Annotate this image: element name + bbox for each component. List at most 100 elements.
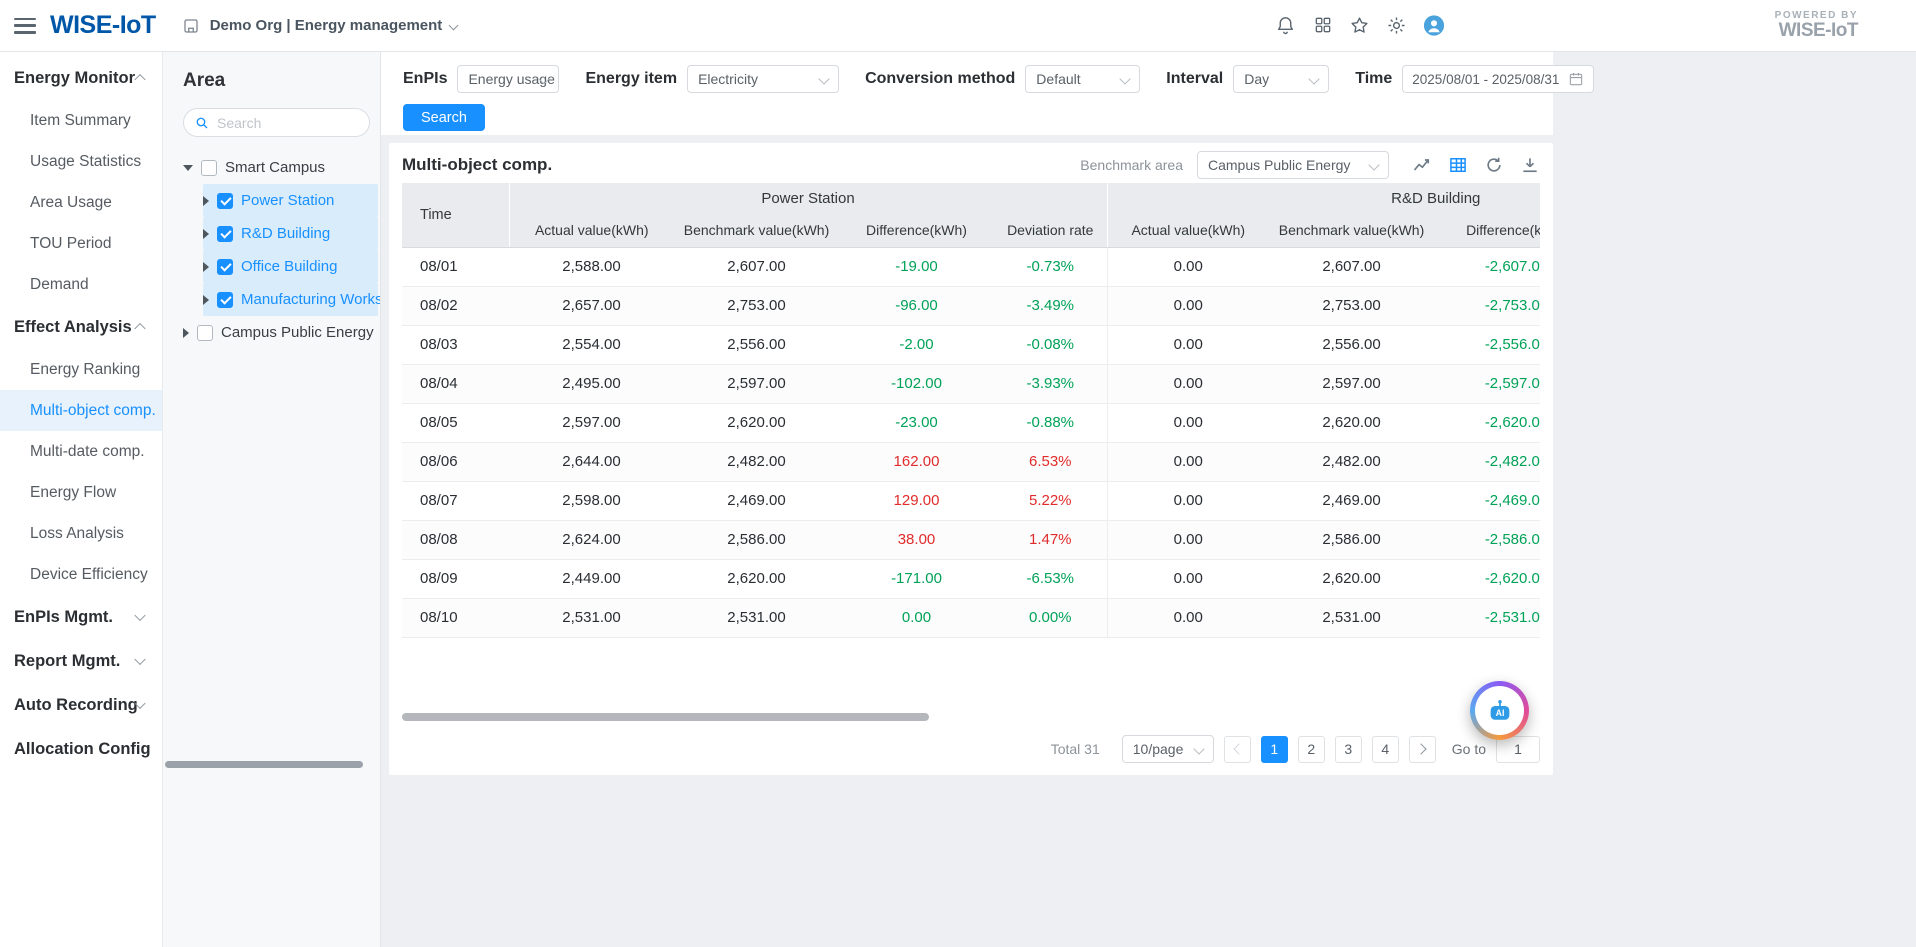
checkbox-unchecked[interactable]	[197, 325, 213, 341]
refresh-icon[interactable]	[1483, 155, 1504, 176]
tree-item-campus-public-energy[interactable]: Campus Public Energy	[183, 316, 378, 349]
date-range-value: 2025/08/01 - 2025/08/31	[1412, 72, 1560, 87]
table-row: 08/022,657.002,753.00-96.00-3.49%0.002,7…	[402, 286, 1540, 325]
tree-item-r-d-building[interactable]: R&D Building	[203, 217, 378, 250]
sidebar-item-usage-statistics[interactable]: Usage Statistics	[0, 141, 162, 182]
date-range-picker[interactable]: 2025/08/01 - 2025/08/31	[1402, 65, 1594, 93]
sidebar-item-enpis-mgmt[interactable]: EnPIs Mgmt.	[0, 595, 162, 639]
table-hscrollbar[interactable]	[402, 713, 929, 721]
menu-icon[interactable]	[14, 18, 36, 34]
caret-right-icon[interactable]	[183, 328, 189, 338]
interval-select[interactable]: Day	[1233, 65, 1329, 93]
next-page-button[interactable]	[1409, 736, 1436, 763]
benchmark-area-select[interactable]: Campus Public Energy	[1197, 151, 1389, 179]
cell-value: 5.22%	[994, 481, 1107, 520]
line-chart-icon[interactable]	[1411, 155, 1432, 176]
caret-right-icon[interactable]	[203, 295, 209, 305]
sidebar-item-energy-monitor[interactable]: Energy Monitor	[0, 56, 162, 100]
ai-robot-icon: AI	[1475, 686, 1524, 735]
table-row: 08/012,588.002,607.00-19.00-0.73%0.002,6…	[402, 247, 1540, 286]
tree-item-manufacturing-workshop[interactable]: Manufacturing Workshop	[203, 283, 378, 316]
page-button-3[interactable]: 3	[1335, 736, 1362, 763]
brand-logo: WISE-IoT	[50, 11, 156, 40]
table-view-icon[interactable]	[1447, 155, 1468, 176]
chevron-up-icon	[134, 74, 145, 85]
search-button[interactable]: Search	[403, 104, 485, 131]
checkbox-checked[interactable]	[217, 226, 233, 242]
conversion-select[interactable]: Default	[1025, 65, 1140, 93]
gear-icon[interactable]	[1386, 14, 1408, 36]
sidebar-item-tou-period[interactable]: TOU Period	[0, 223, 162, 264]
tree-item-smart-campus[interactable]: Smart Campus	[183, 151, 378, 184]
cell-value: 2,597.00	[674, 364, 839, 403]
download-icon[interactable]	[1519, 155, 1540, 176]
caret-down-icon[interactable]	[183, 165, 193, 171]
column-group-power-station: Power Station	[509, 183, 1107, 213]
checkbox-checked[interactable]	[217, 292, 233, 308]
interval-value: Day	[1244, 71, 1269, 87]
column-header: Actual value(kWh)	[509, 213, 674, 247]
cell-value: 0.00%	[994, 598, 1107, 637]
search-icon	[194, 115, 210, 131]
cell-value: 162.00	[839, 442, 994, 481]
sidebar-item-effect-analysis[interactable]: Effect Analysis	[0, 305, 162, 349]
cell-value: 2,657.00	[509, 286, 674, 325]
caret-right-icon[interactable]	[203, 229, 209, 239]
tree-item-power-station[interactable]: Power Station	[203, 184, 378, 217]
sidebar-item-multi-date-comp[interactable]: Multi-date comp.	[0, 431, 162, 472]
avatar[interactable]	[1423, 14, 1445, 36]
area-search-input[interactable]	[217, 115, 347, 131]
cell-time: 08/06	[402, 442, 509, 481]
area-panel: Area Smart CampusPower StationR&D Buildi…	[163, 52, 381, 947]
sidebar-item-demand[interactable]: Demand	[0, 264, 162, 305]
page-button-4[interactable]: 4	[1372, 736, 1399, 763]
cell-value: -3.93%	[994, 364, 1107, 403]
powered-by: POWERED BY WISE-IoT	[1775, 10, 1858, 42]
header-right: POWERED BY WISE-IoT	[1275, 10, 1858, 42]
cell-value: 0.00	[1107, 559, 1269, 598]
caret-right-icon[interactable]	[203, 262, 209, 272]
tree-item-office-building[interactable]: Office Building	[203, 250, 378, 283]
ai-assistant-button[interactable]: AI	[1470, 681, 1529, 740]
page-button-2[interactable]: 2	[1298, 736, 1325, 763]
checkbox-unchecked[interactable]	[201, 160, 217, 176]
tree-item-label: Manufacturing Workshop	[241, 291, 380, 308]
sidebar-item-allocation-config[interactable]: Allocation Config	[0, 727, 162, 771]
sidebar-item-multi-object-comp[interactable]: Multi-object comp.	[0, 390, 162, 431]
top-header: WISE-IoT Demo Org | Energy management	[0, 0, 1916, 52]
sidebar-item-loss-analysis[interactable]: Loss Analysis	[0, 513, 162, 554]
org-switcher[interactable]: Demo Org | Energy management	[180, 15, 458, 37]
filter-row: EnPIs Energy usage Energy item Electrici…	[403, 65, 1531, 93]
cell-value: -102.00	[839, 364, 994, 403]
prev-page-button[interactable]	[1224, 736, 1251, 763]
page-title: Multi-object comp.	[402, 155, 552, 175]
star-icon[interactable]	[1349, 14, 1371, 36]
caret-right-icon[interactable]	[203, 196, 209, 206]
sidebar-item-label: Device Efficiency	[30, 566, 148, 584]
sidebar-item-energy-flow[interactable]: Energy Flow	[0, 472, 162, 513]
enpis-select[interactable]: Energy usage	[457, 65, 559, 93]
apps-icon[interactable]	[1312, 14, 1334, 36]
sidebar-item-energy-ranking[interactable]: Energy Ranking	[0, 349, 162, 390]
sidebar-item-device-efficiency[interactable]: Device Efficiency	[0, 554, 162, 595]
chevron-down-icon	[134, 610, 145, 621]
sidebar-item-report-mgmt[interactable]: Report Mgmt.	[0, 639, 162, 683]
sidebar-item-item-summary[interactable]: Item Summary	[0, 100, 162, 141]
checkbox-checked[interactable]	[217, 259, 233, 275]
page-size-select[interactable]: 10/page	[1122, 735, 1214, 763]
conversion-label: Conversion method	[865, 70, 1015, 88]
area-panel-hscrollbar[interactable]	[165, 761, 363, 768]
app-root: WISE-IoT Demo Org | Energy management	[0, 0, 1916, 947]
area-search	[183, 108, 370, 137]
cell-value: -2.00	[839, 325, 994, 364]
sidebar-item-area-usage[interactable]: Area Usage	[0, 182, 162, 223]
page-button-1[interactable]: 1	[1261, 736, 1288, 763]
column-header: Difference(kWh)	[1434, 213, 1540, 247]
table-row: 08/052,597.002,620.00-23.00-0.88%0.002,6…	[402, 403, 1540, 442]
header-icons	[1275, 14, 1445, 36]
energy-item-select[interactable]: Electricity	[687, 65, 839, 93]
checkbox-checked[interactable]	[217, 193, 233, 209]
cell-time: 08/04	[402, 364, 509, 403]
sidebar-item-auto-recording[interactable]: Auto Recording	[0, 683, 162, 727]
bell-icon[interactable]	[1275, 14, 1297, 36]
